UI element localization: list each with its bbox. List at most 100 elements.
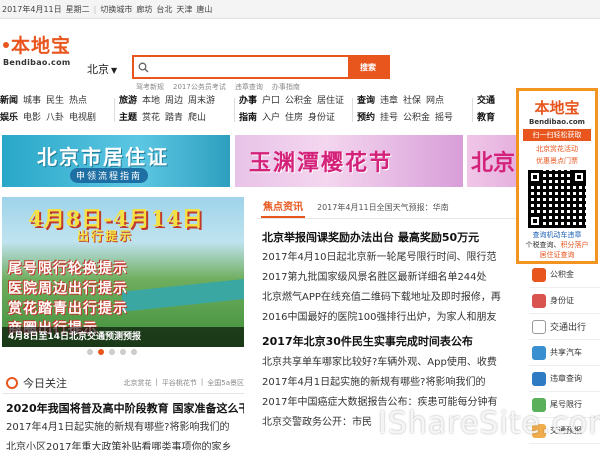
nav-link[interactable]: 周末游	[188, 96, 215, 106]
nav-link[interactable]: 公积金	[285, 96, 312, 106]
fund-icon	[532, 267, 546, 282]
site-logo[interactable]: 本地宝 Bendibao.com	[3, 31, 73, 67]
headline-link[interactable]: 2020年我国将普及高中阶段教育 国家准备这么干	[2, 400, 244, 416]
hot-link[interactable]: 驾考新规	[136, 82, 164, 92]
hero-line: 尾号限行轮换提示	[8, 261, 128, 277]
nav-group-query: 查询 违章 社保 网点 预约 挂号 公积金 摇号	[357, 93, 458, 127]
nav-link[interactable]: 身份证	[308, 113, 335, 123]
nav-heading[interactable]: 指南	[239, 113, 257, 123]
nav-link[interactable]: 居住证	[317, 96, 344, 106]
tag-link[interactable]: 北京赏花	[124, 378, 152, 388]
divider	[352, 98, 353, 122]
nav-heading[interactable]: 教育	[477, 113, 495, 123]
nav-link[interactable]: 电影	[23, 113, 41, 123]
city-link[interactable]: 唐山	[196, 4, 212, 15]
service-heading: 交通出行	[529, 314, 600, 340]
banner-residence-permit[interactable]: 北京市居住证 申领流程指南	[2, 135, 230, 187]
nav-link[interactable]: 住房	[285, 113, 303, 123]
weather-link[interactable]: 2017年4月11日全国天气预报：华南	[317, 202, 449, 213]
service-label: 违章查询	[550, 374, 582, 383]
nav-link[interactable]: 本地	[142, 96, 160, 106]
nav-link[interactable]: 公积金	[403, 113, 430, 123]
service-item[interactable]: 违章查询	[529, 366, 600, 392]
slide-dot[interactable]	[98, 349, 104, 355]
nav-link[interactable]: 社保	[403, 96, 421, 106]
news-link[interactable]: 北京共享单车哪家比较好?车辆外观、App使用、收费	[257, 353, 527, 373]
logo-text: 本地宝	[11, 35, 72, 57]
news-link[interactable]: 2017第九批国家级风景名胜区最新详细名单244处	[257, 268, 527, 288]
service-item[interactable]: 共享汽车	[529, 340, 600, 366]
nav-link[interactable]: 电视剧	[69, 113, 96, 123]
nav-link[interactable]: 民生	[46, 96, 64, 106]
nav-heading[interactable]: 新闻	[0, 96, 18, 106]
headline-link[interactable]: 北京举报闯课奖励办法出台 最高奖励50万元	[257, 229, 527, 245]
qr-promo-panel[interactable]: 本地宝 Bendibao.com 扫一扫轻松获取 北京赏花活动 优惠景点门票 查…	[516, 88, 598, 264]
hot-link[interactable]: 违章查询	[235, 82, 263, 92]
nav-heading[interactable]: 娱乐	[0, 113, 18, 123]
switch-city-link[interactable]: 切换城市	[100, 4, 132, 15]
tag-link[interactable]: 全国5a景区	[207, 378, 244, 388]
nav-heading[interactable]: 查询	[357, 96, 375, 106]
promo-logo: 本地宝	[534, 99, 580, 117]
nav-heading[interactable]: 主题	[119, 113, 137, 123]
road-illustration	[122, 278, 244, 312]
headline-link[interactable]: 2017年北京30件民生实事完成时间表公布	[257, 331, 527, 353]
banner-partial[interactable]: 北京	[467, 135, 517, 187]
nav-link[interactable]: 入户	[262, 113, 280, 123]
service-label: 共享汽车	[550, 348, 582, 357]
divider	[234, 98, 235, 122]
nav-link[interactable]: 网点	[426, 96, 444, 106]
city-link[interactable]: 台北	[156, 4, 172, 15]
nav-link[interactable]: 挂号	[380, 113, 398, 123]
section-title[interactable]: 焦点资讯	[261, 198, 305, 218]
slide-dot[interactable]	[131, 349, 137, 355]
service-item[interactable]: 公积金	[529, 262, 600, 288]
slide-dot[interactable]	[120, 349, 126, 355]
nav-link[interactable]: 赏花	[142, 113, 160, 123]
nav-heading[interactable]: 预约	[357, 113, 375, 123]
city-selector[interactable]: 北京 ▼	[87, 61, 117, 77]
hot-link[interactable]: 2017公务员考试	[173, 82, 226, 92]
banner-cherry-festival[interactable]: 玉渊潭樱花节	[235, 135, 463, 187]
nav-link[interactable]: 城事	[23, 96, 41, 106]
nav-link[interactable]: 爬山	[188, 113, 206, 123]
slide-dot[interactable]	[87, 349, 93, 355]
news-link[interactable]: 北京小区2017年重大政策补贴看哪类事项你的家乡	[2, 440, 244, 450]
search-icon	[134, 57, 152, 77]
nav-link[interactable]: 摇号	[435, 113, 453, 123]
site-header: 本地宝 Bendibao.com 北京 ▼ 搜索 驾考新规 2017公务员考试 违…	[0, 19, 600, 91]
tag-link[interactable]: 平谷桃花节	[162, 378, 197, 388]
nav-link[interactable]: 踏青	[165, 113, 183, 123]
promo-text: 居住证查询	[519, 250, 595, 260]
news-link[interactable]: 2016中国最好的医院100强排行出炉，为家人和朋友	[257, 308, 527, 328]
service-item[interactable]: 身份证	[529, 288, 600, 314]
promo-text-part: 居住证查询	[539, 251, 575, 259]
promo-bar: 扫一扫轻松获取	[523, 129, 591, 141]
search-button[interactable]: 搜索	[348, 57, 388, 77]
nav-heading[interactable]: 旅游	[119, 96, 137, 106]
nav-link[interactable]: 违章	[380, 96, 398, 106]
news-link[interactable]: 北京燃气APP在线充值二维码下载地址及即时报修，再	[257, 288, 527, 308]
nav-heading[interactable]: 交通	[477, 96, 495, 106]
hero-caption[interactable]: 4月8日至14日北京交通预测预报	[2, 327, 244, 347]
slide-dot[interactable]	[109, 349, 115, 355]
hot-link[interactable]: 办事指南	[272, 82, 300, 92]
search-input[interactable]	[152, 57, 348, 77]
nav-heading[interactable]: 办事	[239, 96, 257, 106]
city-link[interactable]: 廊坊	[136, 4, 152, 15]
logo-domain: Bendibao.com	[3, 58, 71, 67]
hero-slide[interactable]: 4月8日-4月14日 出行提示 尾号限行轮换提示 医院周边出行提示 赏花踏青出行…	[2, 197, 244, 347]
news-link[interactable]: 2017年4月1日起实施的新规有哪些?将影响我们的	[2, 420, 244, 436]
nav-link[interactable]: 热点	[69, 96, 87, 106]
news-link[interactable]: 2017年4月1日起实施的新规有哪些?将影响我们的	[257, 373, 527, 393]
nav-link[interactable]: 周边	[165, 96, 183, 106]
city-link[interactable]: 天津	[176, 4, 192, 15]
nav-link[interactable]: 户口	[262, 96, 280, 106]
city-label: 北京	[87, 63, 109, 76]
date-text: 2017年4月11日	[2, 4, 62, 14]
nav-link[interactable]: 八卦	[46, 113, 64, 123]
divider: |	[155, 377, 158, 386]
news-link[interactable]: 2017年4月10日起北京新一轮尾号限行时间、限行范	[257, 248, 527, 268]
banner-title: 玉渊潭樱花节	[249, 150, 394, 176]
divider: |	[200, 377, 204, 386]
